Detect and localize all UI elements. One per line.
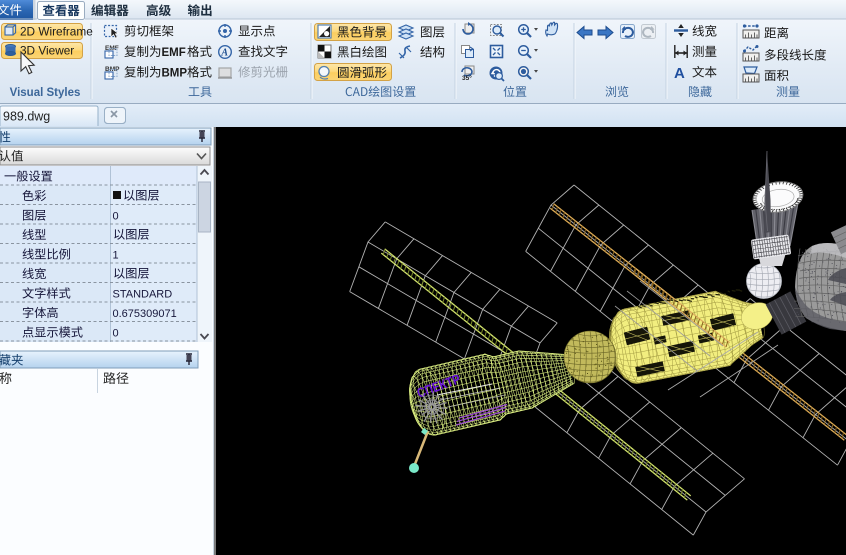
- svg-text:2D Wireframe: 2D Wireframe: [20, 25, 93, 39]
- svg-text:0: 0: [113, 210, 119, 222]
- svg-text:989.dwg: 989.dwg: [3, 110, 50, 124]
- svg-text:1: 1: [113, 249, 119, 261]
- svg-text:STANDARD: STANDARD: [113, 288, 173, 300]
- svg-text:0: 0: [113, 327, 119, 339]
- svg-text:0.675309071: 0.675309071: [113, 308, 177, 320]
- svg-text:EMF: EMF: [162, 47, 186, 59]
- svg-text:A: A: [220, 48, 228, 59]
- svg-text:Visual Styles: Visual Styles: [10, 87, 81, 99]
- svg-text:A: A: [674, 65, 685, 82]
- svg-text:35°: 35°: [462, 74, 472, 82]
- svg-text:3D Viewer: 3D Viewer: [20, 44, 74, 58]
- svg-text:BMP: BMP: [162, 68, 188, 80]
